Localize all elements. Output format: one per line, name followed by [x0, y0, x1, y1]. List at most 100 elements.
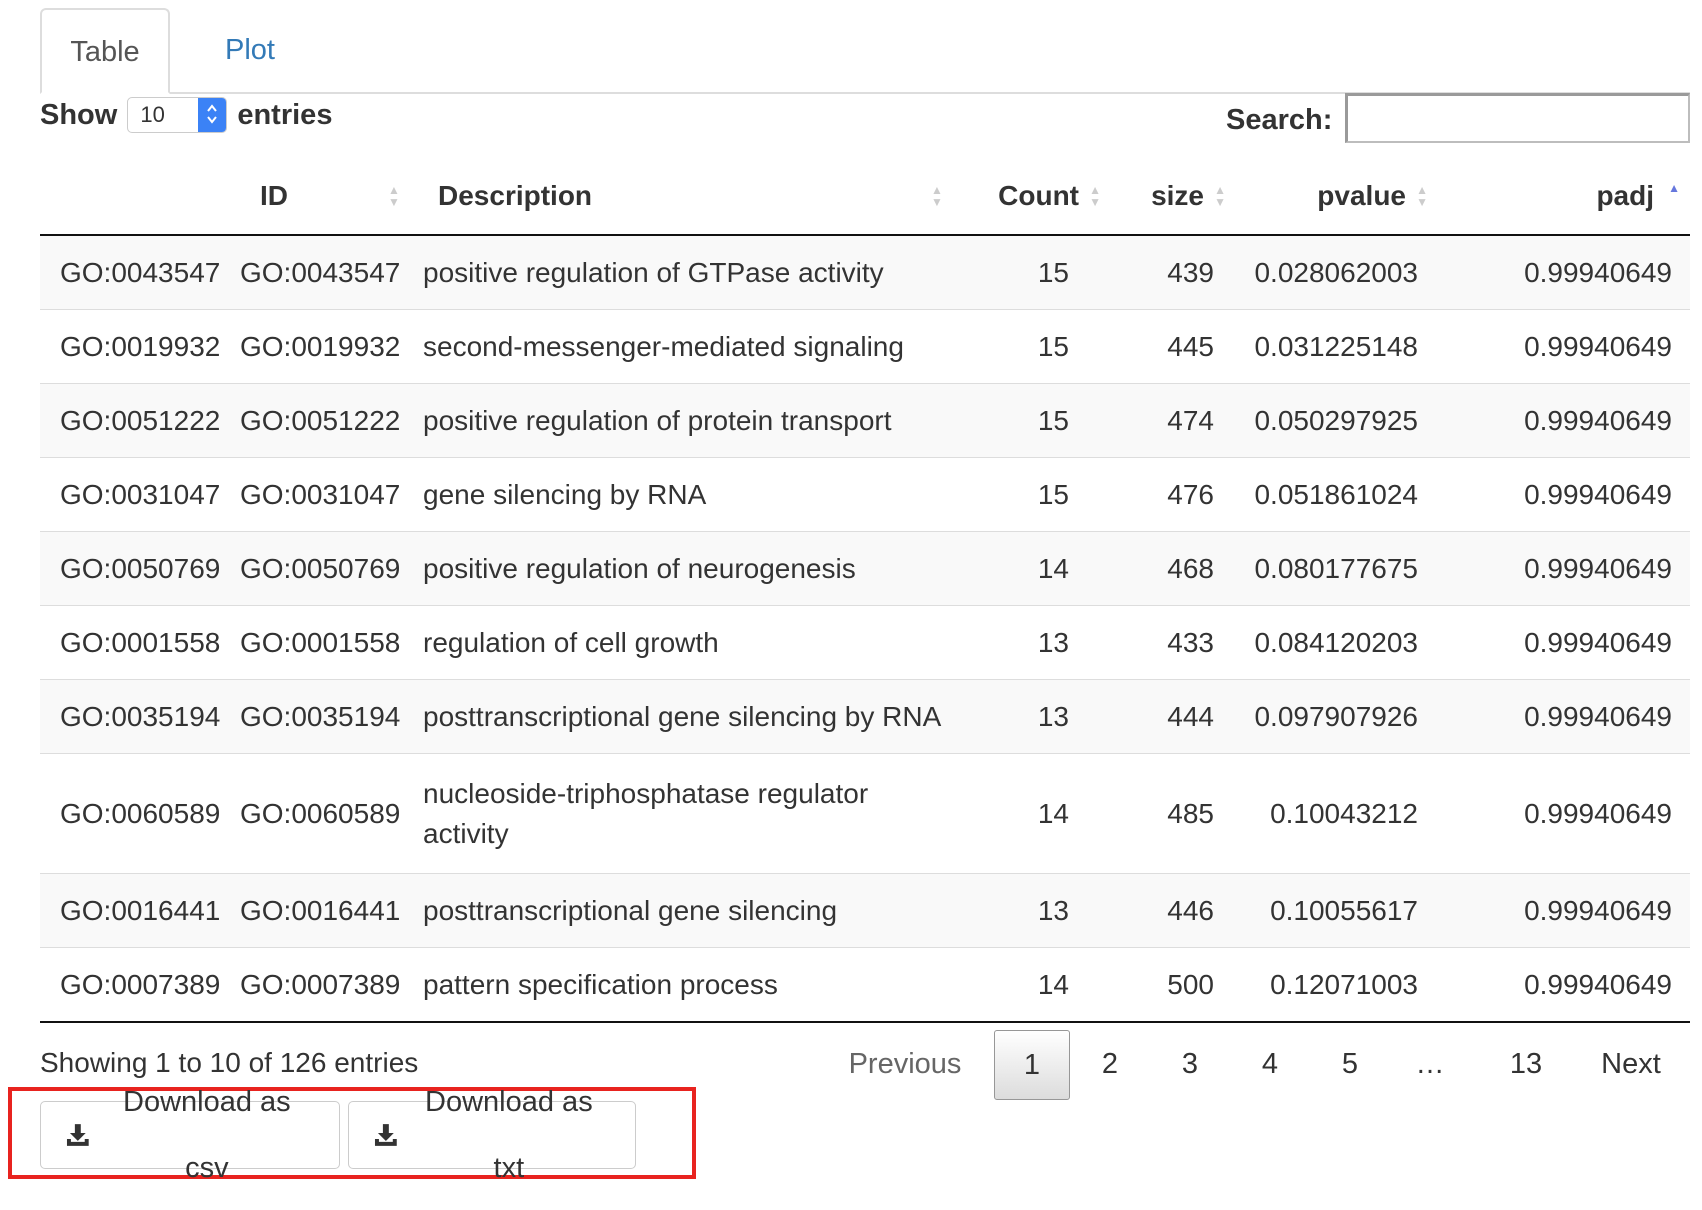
header-row: ID ▲ ▼ Description ▲ ▼ Count ▲ ▼ size ▲ ▼ pv…	[40, 158, 1690, 236]
table-row[interactable]: GO:0007389 GO:0007389 pattern specificat…	[40, 947, 1690, 1023]
tab-plot[interactable]: Plot	[190, 8, 310, 92]
id-cell: GO:0051222	[240, 383, 423, 458]
id-cell: GO:0050769	[240, 531, 423, 606]
pvalue-cell: 0.10055617	[1238, 873, 1438, 948]
pvalue-cell: 0.031225148	[1238, 309, 1438, 384]
size-cell: 474	[1113, 383, 1238, 458]
chevron-up-down-icon	[207, 104, 218, 124]
page-length-value: 10	[140, 102, 165, 127]
padj-cell: 0.99940649	[1438, 457, 1690, 532]
column-header-count-label: Count	[998, 180, 1079, 211]
table-row[interactable]: GO:0043547 GO:0043547 positive regulatio…	[40, 235, 1690, 310]
padj-cell: 0.99940649	[1438, 531, 1690, 606]
column-header-count[interactable]: Count ▲ ▼	[963, 158, 1113, 236]
column-header-size-label: size	[1151, 180, 1204, 211]
row-name-cell: GO:0007389	[40, 947, 240, 1023]
search-input[interactable]	[1345, 93, 1690, 143]
count-cell: 14	[963, 947, 1113, 1023]
description-cell: posttranscriptional gene silencing by RN…	[423, 679, 963, 754]
show-label: Show	[40, 99, 118, 131]
column-header-padj[interactable]: padj ▲	[1438, 158, 1690, 236]
pagination-page[interactable]: 3	[1172, 1030, 1208, 1098]
table-row[interactable]: GO:0060589 GO:0060589 nucleoside-triphos…	[40, 753, 1690, 874]
description-cell: pattern specification process	[423, 947, 963, 1023]
pvalue-cell: 0.028062003	[1238, 235, 1438, 310]
pagination-previous[interactable]: Previous	[848, 1030, 962, 1098]
search-label: Search:	[1226, 104, 1333, 136]
pagination-next[interactable]: Next	[1598, 1030, 1664, 1098]
column-header-id[interactable]: ID ▲ ▼	[240, 158, 423, 236]
row-name-cell: GO:0060589	[40, 753, 240, 874]
sort-icon: ▲ ▼	[388, 183, 400, 209]
row-name-cell: GO:0016441	[40, 873, 240, 948]
count-cell: 15	[963, 235, 1113, 310]
padj-cell: 0.99940649	[1438, 309, 1690, 384]
count-cell: 15	[963, 457, 1113, 532]
table-row[interactable]: GO:0016441 GO:0016441 posttranscriptiona…	[40, 873, 1690, 948]
size-cell: 468	[1113, 531, 1238, 606]
pvalue-cell: 0.080177675	[1238, 531, 1438, 606]
row-name-cell: GO:0051222	[40, 383, 240, 458]
column-header-size[interactable]: size ▲ ▼	[1113, 158, 1238, 236]
id-cell: GO:0043547	[240, 235, 423, 310]
column-header-pvalue-label: pvalue	[1317, 180, 1406, 211]
padj-cell: 0.99940649	[1438, 235, 1690, 310]
count-cell: 13	[963, 605, 1113, 680]
row-name-cell: GO:0043547	[40, 235, 240, 310]
pvalue-cell: 0.10043212	[1238, 753, 1438, 874]
pagination-page[interactable]: 5	[1332, 1030, 1368, 1098]
count-cell: 15	[963, 309, 1113, 384]
pagination-page-current[interactable]: 1	[994, 1030, 1070, 1100]
padj-cell: 0.99940649	[1438, 679, 1690, 754]
select-arrows-icon	[198, 98, 227, 132]
size-cell: 500	[1113, 947, 1238, 1023]
pvalue-cell: 0.097907926	[1238, 679, 1438, 754]
padj-cell: 0.99940649	[1438, 753, 1690, 874]
description-cell: nucleoside-triphosphatase regulator acti…	[423, 753, 963, 874]
sort-icon: ▲ ▼	[1089, 183, 1101, 209]
tab-table[interactable]: Table	[40, 8, 170, 94]
pagination-page[interactable]: 13	[1502, 1030, 1550, 1098]
pagination-ellipsis: …	[1415, 1048, 1445, 1080]
table-row[interactable]: GO:0050769 GO:0050769 positive regulatio…	[40, 531, 1690, 606]
count-cell: 13	[963, 679, 1113, 754]
sort-icon: ▲ ▼	[1214, 183, 1226, 209]
column-header-description[interactable]: Description ▲ ▼	[423, 158, 963, 236]
download-txt-button[interactable]: Download as txt	[348, 1086, 636, 1184]
page-length-select[interactable]: 10	[127, 97, 228, 133]
count-cell: 14	[963, 531, 1113, 606]
table-row[interactable]: GO:0031047 GO:0031047 gene silencing by …	[40, 457, 1690, 532]
id-cell: GO:0060589	[240, 753, 423, 874]
row-name-cell: GO:0001558	[40, 605, 240, 680]
id-cell: GO:0019932	[240, 309, 423, 384]
row-name-cell: GO:0050769	[40, 531, 240, 606]
id-cell: GO:0035194	[240, 679, 423, 754]
table-row[interactable]: GO:0001558 GO:0001558 regulation of cell…	[40, 605, 1690, 680]
table-row[interactable]: GO:0035194 GO:0035194 posttranscriptiona…	[40, 679, 1690, 754]
sort-icon: ▲ ▼	[1416, 183, 1428, 209]
download-txt-label: Download as txt	[425, 1086, 593, 1184]
description-cell: second-messenger-mediated signaling	[423, 309, 963, 384]
table-row[interactable]: GO:0019932 GO:0019932 second-messenger-m…	[40, 309, 1690, 384]
id-cell: GO:0016441	[240, 873, 423, 948]
size-cell: 485	[1113, 753, 1238, 874]
entries-label: entries	[237, 99, 333, 131]
pagination-page[interactable]: 4	[1252, 1030, 1288, 1098]
download-icon	[66, 1124, 89, 1146]
length-control: Show 10 entries	[40, 94, 332, 136]
padj-cell: 0.99940649	[1438, 947, 1690, 1023]
download-csv-button[interactable]: Download as csv	[40, 1086, 340, 1184]
count-cell: 15	[963, 383, 1113, 458]
download-csv-label: Download as csv	[123, 1086, 291, 1184]
description-cell: positive regulation of protein transport	[423, 383, 963, 458]
size-cell: 446	[1113, 873, 1238, 948]
sort-ascending-icon: ▲	[1668, 181, 1680, 195]
padj-cell: 0.99940649	[1438, 383, 1690, 458]
table-row[interactable]: GO:0051222 GO:0051222 positive regulatio…	[40, 383, 1690, 458]
row-name-cell: GO:0031047	[40, 457, 240, 532]
column-header-description-label: Description	[438, 180, 593, 211]
pvalue-cell: 0.12071003	[1238, 947, 1438, 1023]
pvalue-cell: 0.084120203	[1238, 605, 1438, 680]
column-header-pvalue[interactable]: pvalue ▲ ▼	[1238, 158, 1438, 236]
pagination-page[interactable]: 2	[1092, 1030, 1128, 1098]
